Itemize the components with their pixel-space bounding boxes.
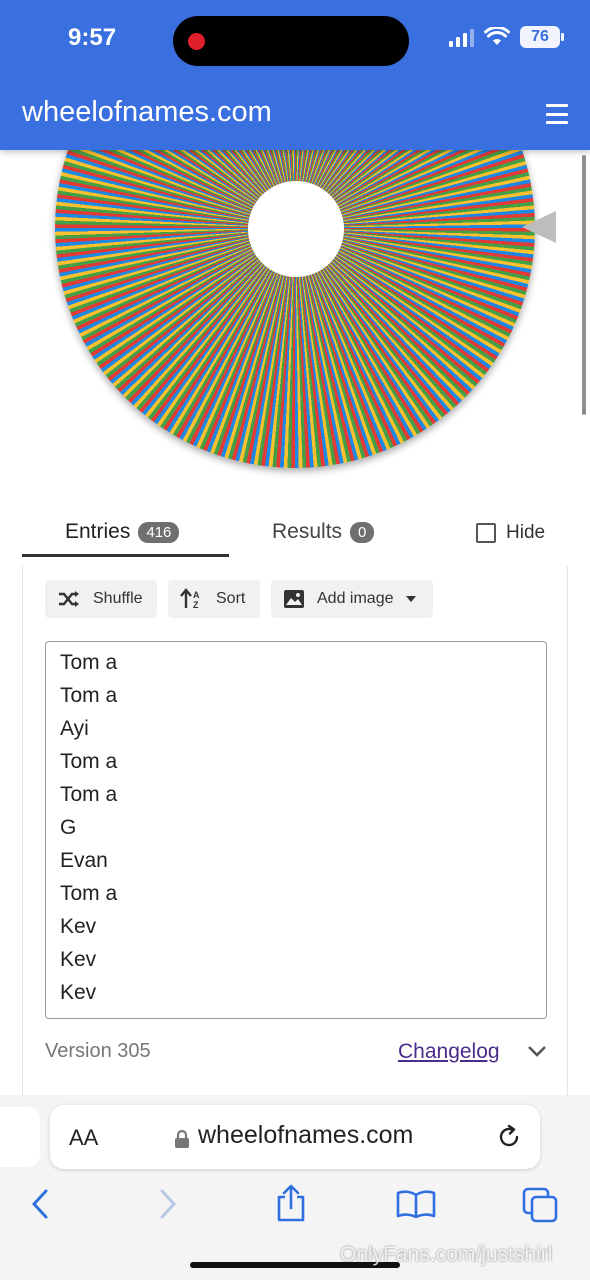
tab-results[interactable]: Results 0 [272,520,375,544]
page-scrollbar[interactable] [582,155,586,415]
entry-line: Tom a [60,882,118,905]
hide-label: Hide [506,522,546,543]
entry-line: Evan [60,849,108,872]
back-icon[interactable] [28,1187,52,1221]
status-icons: 76 [449,26,564,48]
tab-entries-label: Entries [65,520,131,543]
shuffle-label: Shuffle [93,590,143,607]
chevron-down-icon[interactable] [526,1044,548,1058]
entry-line: Tom a [60,684,118,707]
shuffle-button[interactable]: Shuffle [45,580,157,618]
dropdown-arrow-icon [405,596,416,602]
forward-icon[interactable] [156,1187,180,1221]
entries-textarea[interactable]: Tom a Tom a Ayi Tom a Tom a G Evan Tom a… [45,641,547,1019]
add-image-label: Add image [317,590,394,607]
browser-toolbar: AA wheelofnames.com OnlyFans.com/justshi… [0,1095,590,1280]
tabs-icon[interactable] [522,1187,558,1223]
app-header: 9:57 76 wheelofnames.com [0,0,590,150]
entry-line: G [60,816,77,839]
address-bar[interactable]: AA wheelofnames.com [50,1105,540,1169]
battery-icon: 76 [520,26,564,48]
reload-icon[interactable] [495,1123,523,1151]
spin-wheel[interactable] [55,150,535,468]
entries-count-badge: 416 [138,521,180,543]
entry-line: Tom a [60,651,118,674]
image-icon [284,590,304,608]
site-title[interactable]: wheelofnames.com [22,96,272,129]
sort-label: Sort [216,590,246,607]
menu-icon[interactable] [546,104,568,124]
wheel-area [0,150,590,490]
sort-icon: A Z [180,588,200,610]
entry-line: Tom a [60,783,118,806]
bookmarks-icon[interactable] [396,1189,436,1219]
active-tab-indicator [22,554,229,557]
recording-dot-icon [188,33,205,50]
results-count-badge: 0 [350,521,375,543]
dynamic-island [173,16,409,66]
shuffle-icon [59,591,79,607]
watermark: OnlyFans.com/justshirl [340,1243,553,1266]
wifi-icon [484,27,510,45]
svg-text:A: A [193,590,200,600]
wheel-pointer-icon [522,211,556,243]
hide-checkbox[interactable]: Hide [476,522,545,544]
add-image-button[interactable]: Add image [271,580,433,618]
status-time: 9:57 [68,24,117,51]
entry-line: Tom a [60,750,118,773]
sort-button[interactable]: A Z Sort [168,580,260,618]
changelog-link[interactable]: Changelog [398,1040,500,1064]
svg-text:Z: Z [193,600,199,610]
previous-tab-preview[interactable] [0,1107,40,1167]
url-text[interactable]: wheelofnames.com [198,1121,413,1150]
entry-line: Kev [60,981,97,1004]
cellular-signal-icon [449,27,474,47]
entry-line: Kev [60,915,97,938]
checkbox-icon[interactable] [476,523,496,543]
entry-line: Ayi [60,717,89,740]
entries-panel: Shuffle A Z Sort Add image Tom a Tom a A… [22,566,568,1096]
tab-results-label: Results [272,520,343,543]
share-icon[interactable] [274,1183,308,1223]
tab-entries[interactable]: Entries 416 [65,520,180,544]
lock-icon [175,1129,189,1148]
text-size-button[interactable]: AA [69,1125,98,1151]
wheel-center[interactable] [248,181,344,277]
entry-line: Kev [60,948,97,971]
version-text: Version 305 [45,1040,151,1062]
